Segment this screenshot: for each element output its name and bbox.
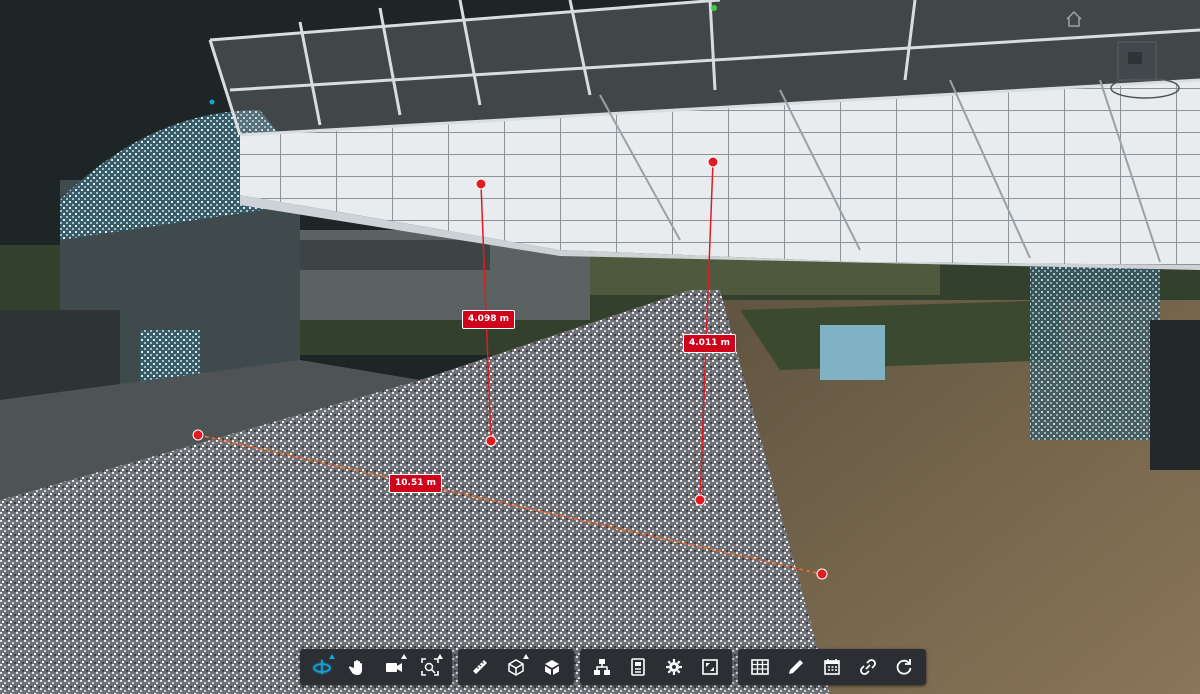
ruler-icon[interactable] xyxy=(462,649,498,685)
viewer-toolbar xyxy=(300,649,932,685)
measurement-label-vertical-right[interactable]: 4.011 m xyxy=(683,334,736,353)
pan-icon[interactable] xyxy=(340,649,376,685)
settings-icon[interactable] xyxy=(656,649,692,685)
properties-icon[interactable] xyxy=(620,649,656,685)
section-box-icon[interactable] xyxy=(498,649,534,685)
calendar-icon[interactable] xyxy=(814,649,850,685)
3d-viewer-canvas[interactable]: 4.098 m 4.011 m 10.51 m xyxy=(0,0,1200,694)
home-view-icon[interactable] xyxy=(1064,9,1084,29)
measurement-label-vertical-left[interactable]: 4.098 m xyxy=(462,310,515,329)
view-cube[interactable] xyxy=(1108,36,1182,102)
fullscreen-icon[interactable] xyxy=(692,649,728,685)
link-icon[interactable] xyxy=(850,649,886,685)
orbit-icon[interactable] xyxy=(304,649,340,685)
toolbar-group-model xyxy=(580,649,732,685)
toolbar-group-navigation xyxy=(300,649,452,685)
toolbar-group-measure xyxy=(458,649,574,685)
table-icon[interactable] xyxy=(742,649,778,685)
fit-view-icon[interactable] xyxy=(412,649,448,685)
measure-point[interactable] xyxy=(694,494,706,506)
measurement-label-horizontal[interactable]: 10.51 m xyxy=(389,474,442,493)
reset-icon[interactable] xyxy=(886,649,922,685)
point-cloud-scene xyxy=(0,0,1200,694)
measure-point[interactable] xyxy=(475,178,487,190)
toolbar-group-data xyxy=(738,649,926,685)
measure-point[interactable] xyxy=(816,568,828,580)
measure-point[interactable] xyxy=(707,156,719,168)
camera-icon[interactable] xyxy=(376,649,412,685)
model-browser-icon[interactable] xyxy=(584,649,620,685)
markup-pen-icon[interactable] xyxy=(778,649,814,685)
measure-point[interactable] xyxy=(192,429,204,441)
measure-point[interactable] xyxy=(485,435,497,447)
explode-icon[interactable] xyxy=(534,649,570,685)
